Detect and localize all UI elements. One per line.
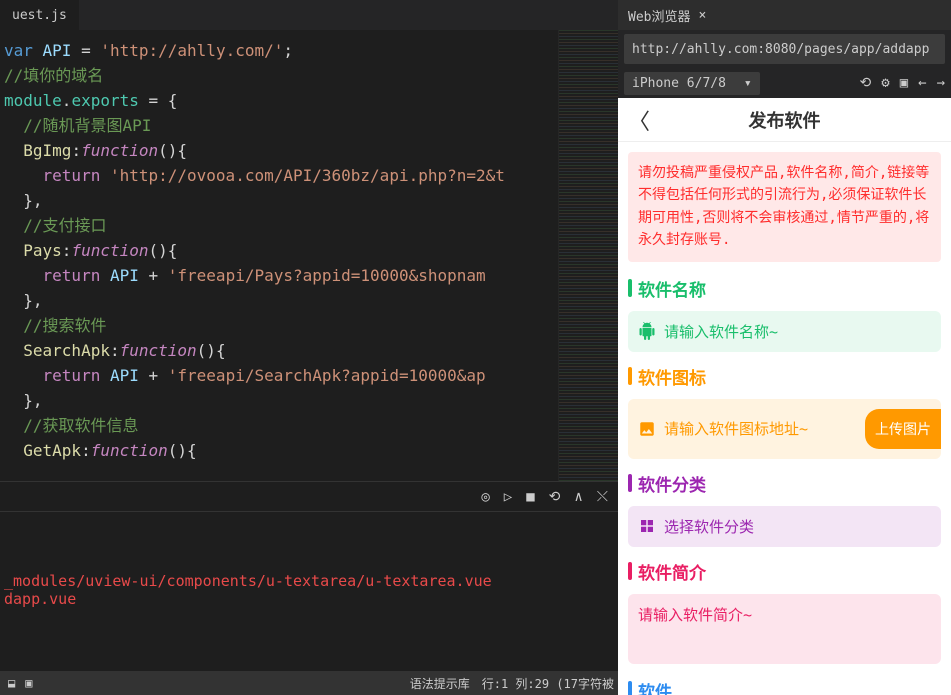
code-op: = [81, 41, 100, 60]
software-name-input[interactable]: 请输入软件名称~ [628, 311, 941, 352]
code-editor[interactable]: var API = 'http://ahlly.com/'; //填你的域名 m… [0, 30, 558, 481]
accent-bar [628, 681, 632, 695]
panel-toolbar: ◎ ▷ ■ ⟲ ∧ ⤬ [0, 481, 618, 511]
code-str: 'http://ahlly.com/' [100, 41, 283, 60]
nav-back-icon[interactable]: ← [918, 75, 926, 91]
mobile-preview: 〈 发布软件 请勿投稿严重侵权产品,软件名称,简介,链接等不得包括任何形式的引流… [618, 98, 951, 695]
image-icon [638, 420, 656, 438]
stop-icon[interactable]: ■ [526, 489, 534, 505]
code-func-name: GetApk [4, 441, 81, 460]
device-name: iPhone 6/7/8 [632, 76, 726, 91]
terminal-line: dapp.vue [4, 590, 76, 608]
code-module: module [4, 91, 62, 110]
device-toolbar: iPhone 6/7/8 ▾ ⟲ ⚙ ▣ ← → [618, 68, 951, 98]
run-icon[interactable]: ▷ [504, 489, 512, 505]
accent-bar [628, 367, 632, 385]
software-category-select[interactable]: 选择软件分类 [628, 506, 941, 547]
code-comment: //搜索软件 [4, 316, 107, 335]
url-bar[interactable]: http://ahlly.com:8080/pages/app/addapp [624, 34, 945, 64]
close-icon[interactable]: × [698, 8, 706, 23]
code-func-name: BgImg [4, 141, 71, 160]
preview-header: 〈 发布软件 [618, 98, 951, 142]
code-comment: //随机背景图API [4, 116, 151, 135]
accent-bar [628, 474, 632, 492]
page-title: 发布软件 [618, 107, 951, 133]
rotate-icon[interactable]: ⟲ [860, 75, 872, 91]
code-comment: //填你的域名 [4, 66, 103, 85]
section-label-category: 软件分类 [638, 471, 706, 496]
terminal-line: _modules/uview-ui/components/u-textarea/… [4, 572, 492, 590]
device-selector[interactable]: iPhone 6/7/8 ▾ [624, 72, 760, 95]
category-placeholder: 选择软件分类 [664, 516, 754, 537]
android-icon [638, 322, 656, 340]
warning-notice: 请勿投稿严重侵权产品,软件名称,简介,链接等不得包括任何形式的引流行为,必须保证… [628, 152, 941, 262]
section-label-name: 软件名称 [638, 276, 706, 301]
collapse-icon[interactable]: ∧ [574, 489, 582, 505]
browser-tab-title[interactable]: Web浏览器 [628, 6, 690, 25]
section-label-next: 软件 [638, 678, 672, 695]
status-syntax[interactable]: 语法提示库 [410, 675, 470, 692]
code-func-name: SearchApk [4, 341, 110, 360]
back-icon[interactable]: 〈 [628, 104, 650, 136]
section-label-icon: 软件图标 [638, 364, 706, 389]
status-icon[interactable]: ⬓ [8, 676, 15, 690]
software-icon-input[interactable]: 请输入软件图标地址~ 上传图片 [628, 399, 941, 459]
code-comment: //获取软件信息 [4, 416, 139, 435]
status-bar: ⬓ ▣ 语法提示库 行:1 列:29 (17字符被 [0, 671, 618, 695]
upload-image-button[interactable]: 上传图片 [865, 409, 941, 449]
code-comment: //支付接口 [4, 216, 107, 235]
terminal-icon[interactable]: ▣ [25, 676, 32, 690]
sync-icon[interactable]: ⟲ [549, 489, 561, 505]
code-kw: var [4, 41, 33, 60]
editor-tab[interactable]: uest.js [0, 0, 79, 30]
software-desc-textarea[interactable]: 请输入软件简介~ [628, 594, 941, 664]
nav-fwd-icon[interactable]: → [937, 75, 945, 91]
code-func-name: Pays [4, 241, 62, 260]
browser-tab-bar: Web浏览器 × [618, 0, 951, 30]
target-icon[interactable]: ◎ [481, 489, 489, 505]
name-placeholder: 请输入软件名称~ [664, 321, 778, 342]
editor-tab-bar: uest.js [0, 0, 618, 30]
status-cursor-pos[interactable]: 行:1 列:29 (17字符被 [482, 675, 614, 692]
gear-icon[interactable]: ⚙ [881, 75, 889, 91]
code-semi: ; [283, 41, 293, 60]
section-label-desc: 软件简介 [638, 559, 706, 584]
code-var: API [33, 41, 81, 60]
accent-bar [628, 279, 632, 297]
minimap[interactable] [558, 30, 618, 481]
code-return: return [4, 166, 100, 185]
close-panel-icon[interactable]: ⤬ [597, 489, 608, 505]
grid-icon [638, 517, 656, 535]
accent-bar [628, 562, 632, 580]
chevron-down-icon: ▾ [744, 76, 752, 91]
desc-placeholder: 请输入软件简介~ [638, 604, 752, 625]
icon-placeholder: 请输入软件图标地址~ [664, 418, 857, 439]
terminal[interactable]: _modules/uview-ui/components/u-textarea/… [0, 511, 618, 671]
screenshot-icon[interactable]: ▣ [900, 75, 908, 91]
